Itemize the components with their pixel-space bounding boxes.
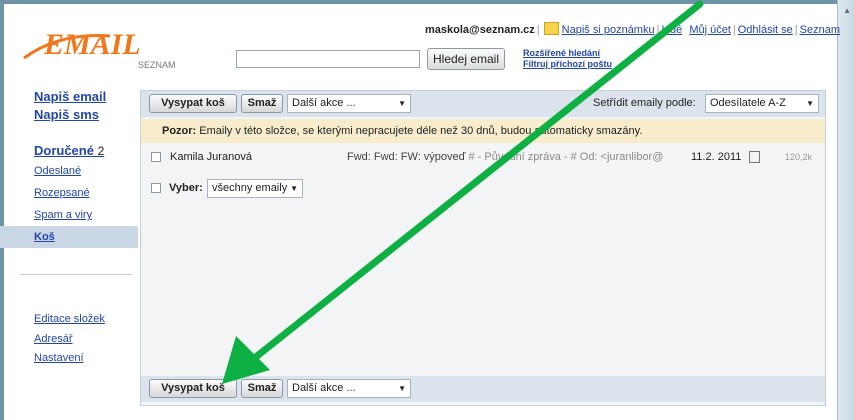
sidebar-item-trash[interactable]: Koš xyxy=(0,226,138,248)
chevron-down-icon: ▼ xyxy=(398,384,406,393)
empty-trash-button[interactable]: Vysypat koš xyxy=(149,94,237,113)
more-actions-value-bottom: Další akce ... xyxy=(292,382,356,394)
inbox-link[interactable]: Doručené xyxy=(34,143,94,158)
people-link[interactable]: Lidé xyxy=(661,24,682,36)
scroll-up-icon[interactable]: ▲ xyxy=(843,6,851,15)
row-checkbox[interactable] xyxy=(151,152,161,162)
user-email: maskola@seznam.cz xyxy=(425,24,535,36)
search-button[interactable]: Hledej email xyxy=(427,48,505,70)
seznam-link[interactable]: Seznam xyxy=(800,24,840,36)
email-date: 11.2. 2011 xyxy=(691,151,742,163)
search-input[interactable] xyxy=(236,50,420,68)
warning-label: Pozor: xyxy=(162,125,197,137)
more-actions-select[interactable]: Další akce ... ▼ xyxy=(287,94,411,113)
sort-select[interactable]: Odesílatele A-Z ▼ xyxy=(705,94,819,113)
sort-value: Odesílatele A-Z xyxy=(710,97,786,109)
email-seznam-logo[interactable]: EMAIL SEZNAM xyxy=(20,14,200,72)
delete-button-bottom[interactable]: Smaž xyxy=(241,379,283,398)
top-toolbar: Vysypat koš Smaž Další akce ... ▼ Setřídi… xyxy=(141,91,825,117)
email-sender: Kamila Juranová xyxy=(170,151,252,163)
advanced-search-links: Rozšířené hledání Filtruj příchozí poštu xyxy=(523,48,612,70)
message-list-panel: Vysypat koš Smaž Další akce ... ▼ Setřídi… xyxy=(140,90,826,406)
logout-link[interactable]: Odhlásit se xyxy=(738,24,793,36)
address-book-link[interactable]: Adresář xyxy=(0,330,138,348)
delete-button[interactable]: Smaž xyxy=(241,94,283,113)
email-size: 120,2k xyxy=(785,152,813,162)
compose-email-link[interactable]: Napiš email xyxy=(0,88,138,106)
email-subject: Fwd: Fwd: FW: výpoveď xyxy=(347,151,466,163)
advanced-search-link[interactable]: Rozšířené hledání xyxy=(523,48,612,59)
chevron-down-icon: ▼ xyxy=(290,184,298,193)
bottom-toolbar: Vysypat koš Smaž Další akce ... ▼ xyxy=(141,376,825,402)
sidebar-item-spam[interactable]: Spam a viry xyxy=(0,204,138,226)
logo-wordmark: EMAIL xyxy=(43,28,141,61)
vertical-scrollbar[interactable]: ▲ xyxy=(837,0,854,420)
note-icon[interactable] xyxy=(543,22,559,35)
select-all-checkbox[interactable] xyxy=(151,183,161,193)
warning-text: Emaily v této složce, se kterými nepracu… xyxy=(199,125,643,137)
email-preview: # - Původní zpráva - # Od: <juranlibor@ xyxy=(468,151,664,163)
attachment-icon xyxy=(749,151,760,163)
select-emails-dropdown[interactable]: všechny emaily ▼ xyxy=(207,179,303,198)
sidebar-item-sent[interactable]: Odeslané xyxy=(0,160,138,182)
sidebar-bottom: Editace složek Adresář Nastavení xyxy=(0,308,138,368)
table-row[interactable]: Kamila Juranová Fwd: Fwd: FW: výpoveď # … xyxy=(141,148,825,166)
auto-delete-warning: Pozor: Emaily v této složce, se kterými … xyxy=(141,119,825,143)
inbox-count: 2 xyxy=(97,144,105,158)
my-account-link[interactable]: Můj účet xyxy=(689,24,731,36)
edit-folders-link[interactable]: Editace složek xyxy=(0,308,138,330)
chevron-down-icon: ▼ xyxy=(398,99,406,108)
more-actions-value: Další akce ... xyxy=(292,97,356,109)
more-actions-select-bottom[interactable]: Další akce ... ▼ xyxy=(287,379,411,398)
select-emails-value: všechny emaily xyxy=(212,182,288,194)
sidebar-item-drafts[interactable]: Rozepsané xyxy=(0,182,138,204)
write-note-link[interactable]: Napiš si poznámku xyxy=(562,24,655,36)
compose-sms-link[interactable]: Napiš sms xyxy=(0,106,138,124)
sidebar-divider xyxy=(20,274,132,275)
select-label: Vyber: xyxy=(169,182,203,194)
sidebar: Napiš email Napiš sms Doručené 2 Odeslan… xyxy=(0,88,138,248)
top-user-bar: maskola@seznam.cz | Napiš si poznámku | Lidé… xyxy=(425,22,840,36)
filter-incoming-link[interactable]: Filtruj příchozí poštu xyxy=(523,59,612,70)
chevron-down-icon: ▼ xyxy=(806,99,814,108)
empty-trash-button-bottom[interactable]: Vysypat koš xyxy=(149,379,237,398)
sidebar-item-inbox[interactable]: Doručené 2 xyxy=(0,142,138,160)
logo-brand: SEZNAM xyxy=(138,60,176,70)
sort-label: Setřídit emaily podle: xyxy=(593,97,696,109)
settings-link[interactable]: Nastavení xyxy=(0,348,138,368)
